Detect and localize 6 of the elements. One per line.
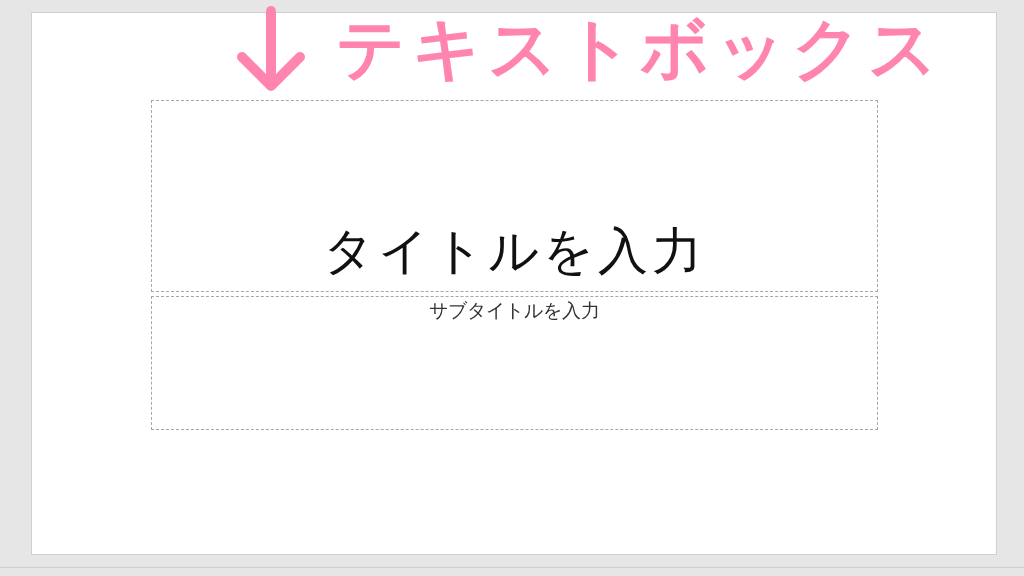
subtitle-placeholder[interactable]: サブタイトルを入力: [150, 296, 878, 430]
title-placeholder[interactable]: タイトルを入力: [150, 100, 878, 292]
down-arrow-icon: [236, 6, 306, 92]
title-text: タイトルを入力: [322, 224, 706, 279]
annotation-label: テキストボックス: [336, 9, 944, 89]
subtitle-text: サブタイトルを入力: [428, 299, 600, 322]
